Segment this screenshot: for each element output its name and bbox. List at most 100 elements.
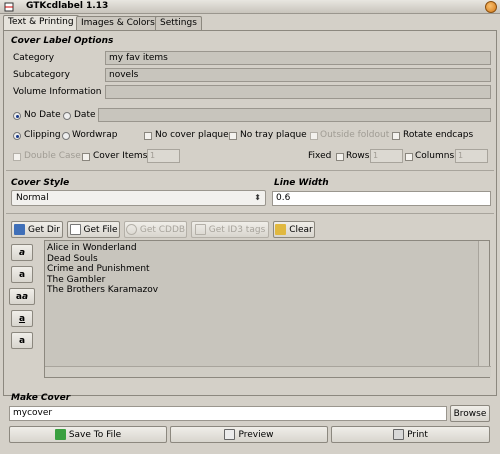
separator — [6, 170, 494, 171]
cover-items-value: 1 — [150, 151, 156, 160]
cd-icon — [125, 224, 137, 235]
strike-a-icon: a — [18, 335, 26, 346]
double-case-label: Double Case — [24, 151, 81, 161]
items-textarea[interactable]: Alice in Wonderland Dead Souls Crime and… — [44, 240, 491, 378]
make-cover-title: Make Cover — [11, 393, 71, 403]
print-button[interactable]: Print — [331, 426, 490, 443]
close-icon[interactable] — [485, 1, 497, 13]
bold-a-icon: a — [18, 269, 26, 280]
subcategory-input[interactable]: novels — [105, 68, 491, 82]
separator — [6, 213, 494, 214]
get-cddb-button[interactable]: Get CDDB — [124, 221, 187, 238]
no-cover-plaque-label: No cover plaque — [155, 130, 229, 140]
date-input[interactable] — [98, 108, 491, 122]
get-dir-button[interactable]: Get Dir — [11, 221, 63, 238]
subcategory-label: Subcategory — [13, 70, 70, 80]
cover-items-checkbox[interactable] — [82, 153, 90, 161]
strike-format-button[interactable]: a — [11, 332, 33, 349]
no-date-radio[interactable] — [13, 112, 21, 120]
wordwrap-radio[interactable] — [62, 132, 70, 140]
broom-icon — [275, 224, 287, 235]
no-tray-plaque-label: No tray plaque — [240, 130, 307, 140]
rows-label: Rows — [346, 151, 370, 161]
no-cover-plaque-checkbox[interactable] — [144, 132, 152, 140]
save-icon — [54, 429, 66, 440]
app-icon — [4, 2, 14, 12]
vertical-scrollbar[interactable] — [478, 241, 489, 367]
filename-input[interactable]: mycover — [9, 406, 447, 421]
cover-label-options-title: Cover Label Options — [11, 36, 114, 46]
columns-spinner[interactable]: 1 — [455, 149, 488, 163]
clear-label: Clear — [289, 224, 313, 235]
horizontal-scrollbar[interactable] — [45, 366, 491, 377]
rows-checkbox[interactable] — [336, 153, 344, 161]
clipping-radio[interactable] — [13, 132, 21, 140]
save-to-file-label: Save To File — [68, 429, 122, 440]
cover-items-label: Cover Items — [93, 151, 148, 161]
list-item: Crime and Punishment — [47, 264, 150, 274]
columns-checkbox[interactable] — [405, 153, 413, 161]
volume-information-input[interactable] — [105, 85, 491, 99]
tab-images-colors[interactable]: Images & Colors — [76, 16, 160, 30]
cover-items-spinner[interactable]: 1 — [147, 149, 180, 163]
clear-button[interactable]: Clear — [273, 221, 315, 238]
chevron-updown-icon: ⬍ — [254, 193, 261, 202]
get-id3-tags-button[interactable]: Get ID3 tags — [191, 221, 269, 238]
fixed-label: Fixed — [308, 151, 332, 161]
wordwrap-label: Wordwrap — [72, 130, 118, 140]
tab-text-printing[interactable]: Text & Printing — [3, 15, 79, 31]
line-width-title: Line Width — [274, 178, 329, 188]
folder-icon — [13, 224, 25, 235]
browse-button[interactable]: Browse — [450, 405, 490, 422]
bold-italic-a-icon: aa — [15, 291, 29, 302]
double-case-checkbox[interactable] — [13, 153, 21, 161]
cover-style-title: Cover Style — [11, 178, 70, 188]
cover-style-value: Normal — [16, 193, 49, 203]
date-label: Date — [74, 110, 96, 120]
get-id3-tags-label: Get ID3 tags — [208, 224, 266, 235]
italic-a-icon: a — [18, 247, 26, 258]
outside-foldout-checkbox[interactable] — [310, 132, 318, 140]
list-item: The Brothers Karamazov — [47, 285, 159, 295]
print-label: Print — [407, 429, 428, 440]
printer-icon — [393, 429, 405, 440]
list-item: Alice in Wonderland — [47, 243, 137, 253]
bold-italic-format-button[interactable]: aa — [9, 288, 35, 305]
columns-label: Columns — [415, 151, 455, 161]
rows-value: 1 — [373, 151, 379, 160]
cover-style-select[interactable]: Normal ⬍ — [11, 190, 266, 206]
preview-button[interactable]: Preview — [170, 426, 328, 443]
list-item: The Gambler — [47, 274, 106, 285]
rotate-endcaps-label: Rotate endcaps — [403, 130, 474, 140]
no-date-label: No Date — [24, 110, 61, 120]
preview-label: Preview — [238, 429, 274, 440]
rows-spinner[interactable]: 1 — [370, 149, 403, 163]
clipping-label: Clipping — [24, 130, 61, 140]
underline-a-icon: a — [18, 313, 26, 324]
get-cddb-label: Get CDDB — [139, 224, 186, 235]
category-input[interactable]: my fav items — [105, 51, 491, 65]
get-dir-label: Get Dir — [27, 224, 61, 235]
tab-settings[interactable]: Settings — [155, 16, 202, 30]
get-file-button[interactable]: Get File — [67, 221, 120, 238]
columns-value: 1 — [458, 151, 464, 160]
underline-format-button[interactable]: a — [11, 310, 33, 327]
outside-foldout-label: Outside foldout — [320, 130, 390, 140]
preview-icon — [224, 429, 236, 440]
volume-information-label: Volume Information — [13, 87, 102, 97]
no-tray-plaque-checkbox[interactable] — [229, 132, 237, 140]
get-file-label: Get File — [83, 224, 118, 235]
bold-format-button[interactable]: a — [11, 266, 33, 283]
line-width-input[interactable]: 0.6 — [272, 191, 491, 206]
rotate-endcaps-checkbox[interactable] — [392, 132, 400, 140]
category-label: Category — [13, 53, 55, 63]
italic-format-button[interactable]: a — [11, 244, 33, 261]
title-bar[interactable]: GTKcdlabel 1.13 — [0, 0, 500, 14]
items-list: Alice in Wonderland Dead Souls Crime and… — [47, 243, 158, 296]
list-item: Dead Souls — [47, 253, 98, 264]
date-radio[interactable] — [63, 112, 71, 120]
window-title: GTKcdlabel 1.13 — [26, 1, 109, 11]
file-icon — [69, 224, 81, 235]
save-to-file-button[interactable]: Save To File — [9, 426, 167, 443]
tag-icon — [194, 224, 206, 235]
